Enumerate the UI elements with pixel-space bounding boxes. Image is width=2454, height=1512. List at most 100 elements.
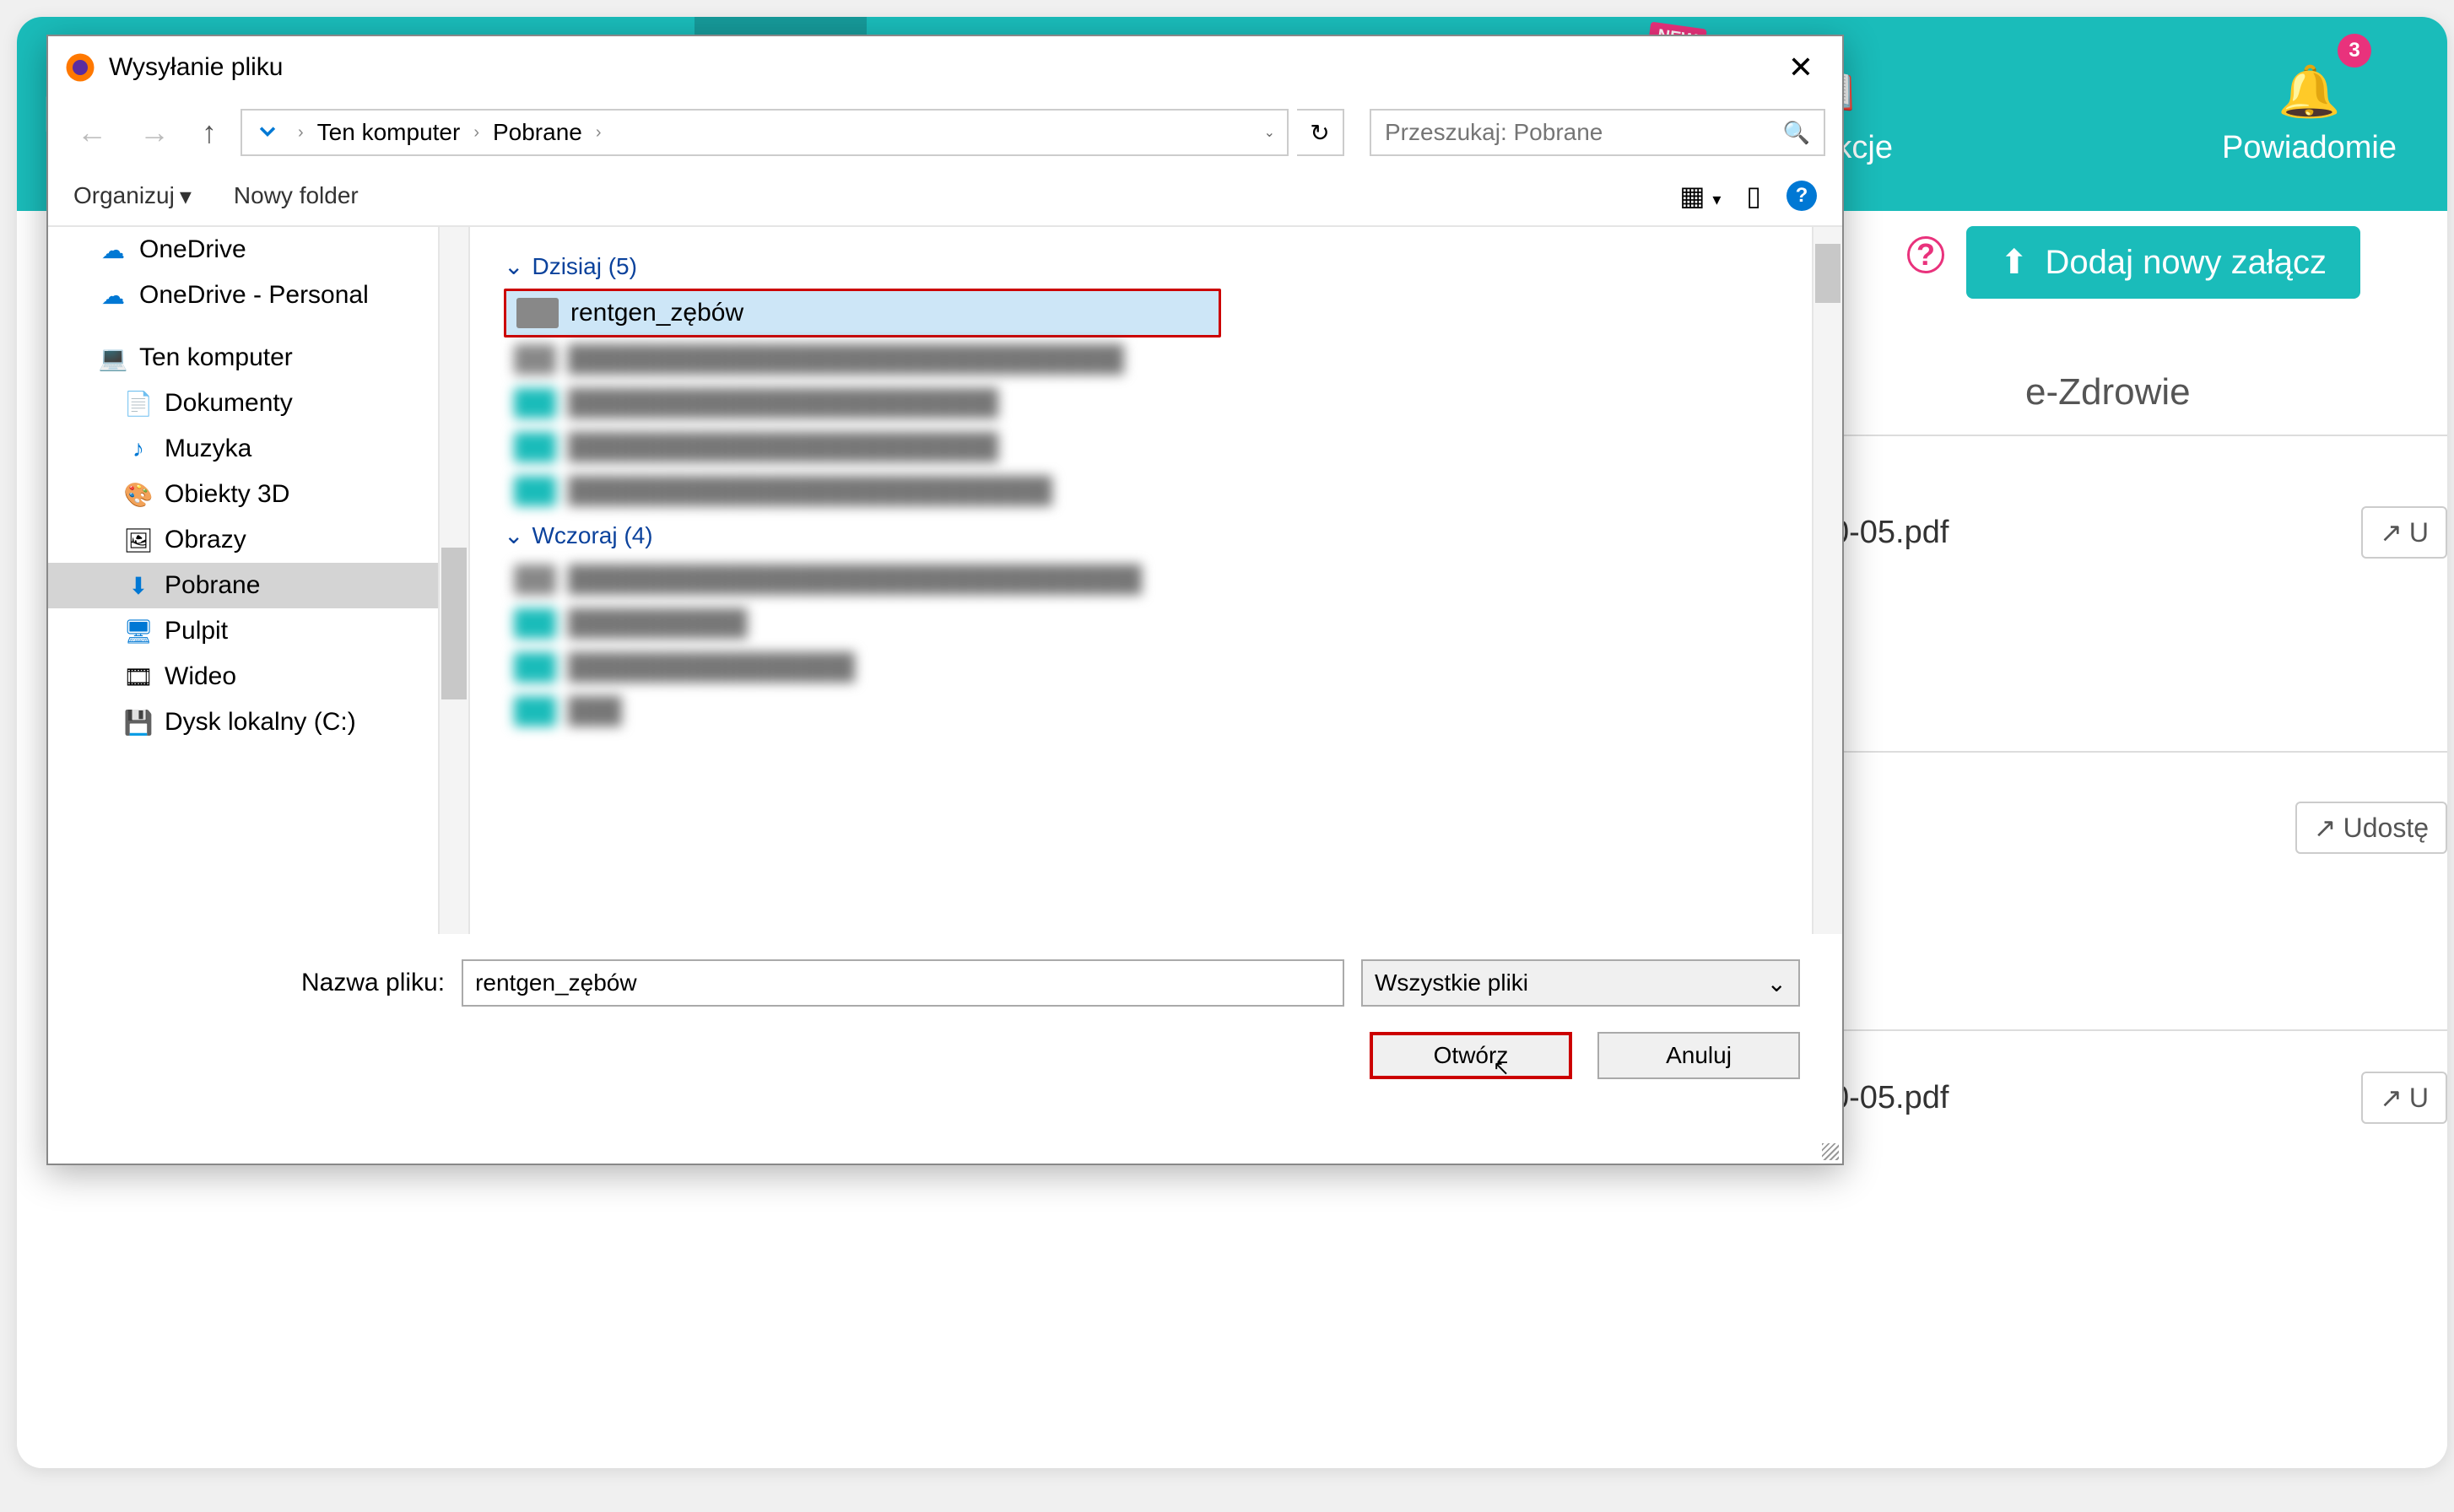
help-icon[interactable]: ? (1907, 236, 1944, 273)
sidebar-item-onedrive[interactable]: ☁OneDrive (48, 227, 468, 273)
documents-icon: 📄 (124, 389, 153, 418)
file-item[interactable]: ████████████████████████ (504, 425, 1808, 469)
download-icon: ⬇ (124, 571, 153, 600)
file-item-name: ███ (568, 697, 622, 726)
file-item-name: rentgen_zębów (570, 299, 743, 327)
file-item[interactable]: ████████████████████████ (504, 381, 1808, 425)
pictures-icon: 🖼 (124, 526, 153, 554)
file-item[interactable]: ██████████ (504, 602, 1808, 645)
nav-item-powiadomienia[interactable]: 🔔3 Powiadomie (2197, 17, 2422, 211)
share-button[interactable]: ↗ Udostę (2295, 802, 2447, 854)
file-name: 0-05.pdf (1831, 515, 1949, 551)
ezdrowie-tab-title[interactable]: e-Zdrowie (2025, 371, 2191, 413)
dialog-body: ☁OneDrive ☁OneDrive - Personal 💻Ten komp… (48, 225, 1842, 934)
file-item[interactable]: ███ (504, 689, 1808, 733)
file-item-name: ███████████████████████████ (568, 477, 1052, 505)
help-button[interactable]: ? (1786, 181, 1817, 211)
image-thumb-icon (514, 476, 556, 506)
share-button[interactable]: ↗ U (2361, 506, 2447, 559)
cursor-icon: ↖ (1493, 1056, 1510, 1081)
sidebar-item-pictures[interactable]: 🖼Obrazy (48, 517, 468, 563)
file-list: ⌄Dzisiaj (5) rentgen_zębów █████████████… (470, 227, 1842, 934)
group-today[interactable]: ⌄Dzisiaj (5) (504, 244, 1808, 289)
sidebar-item-local-disk[interactable]: 💾Dysk lokalny (C:) (48, 699, 468, 745)
file-row: 0-05.pdf ↗ U (1831, 489, 2447, 575)
image-thumb-icon (514, 388, 556, 418)
resize-grip[interactable] (1822, 1143, 1839, 1160)
sidebar-item-documents[interactable]: 📄Dokumenty (48, 381, 468, 426)
sidebar: ☁OneDrive ☁OneDrive - Personal 💻Ten komp… (48, 227, 470, 934)
filename-row: Nazwa pliku: Wszystkie pliki⌄ (90, 959, 1800, 1007)
file-item-selected[interactable]: rentgen_zębów (504, 289, 1221, 338)
organize-menu[interactable]: Organizuj ▾ (73, 182, 192, 210)
nav-label: Powiadomie (2222, 130, 2397, 166)
file-item[interactable]: ████████████████ (504, 645, 1808, 689)
button-row: Otwórz↖ Anuluj (90, 1032, 1800, 1079)
upload-icon: ⬆ (2000, 243, 2029, 282)
dialog-footer: Nazwa pliku: Wszystkie pliki⌄ Otwórz↖ An… (48, 934, 1842, 1104)
group-yesterday[interactable]: ⌄Wczoraj (4) (504, 513, 1808, 558)
notif-count: 3 (2338, 34, 2371, 68)
breadcrumb-item[interactable]: Ten komputer (309, 119, 469, 146)
history-dropdown[interactable]: ⌄ (1252, 124, 1287, 141)
chevron-down-icon: ⌄ (504, 521, 523, 549)
app-window: Med file ® 📋Wizyty 📅Kalendarz 👥Pacjenci … (17, 17, 2447, 1468)
image-thumb-icon (514, 344, 556, 375)
dialog-title-bar: Wysyłanie pliku ✕ (48, 36, 1842, 99)
dialog-title: Wysyłanie pliku (109, 53, 283, 82)
file-item[interactable]: ████████████████████████████████ (504, 558, 1808, 602)
up-button[interactable]: ↑ (190, 115, 229, 150)
file-item-name: ████████████████████████████████ (568, 565, 1142, 594)
file-item-name: ██████████ (568, 609, 748, 638)
sidebar-scrollbar[interactable] (438, 227, 468, 934)
chevron-down-icon: ⌄ (504, 252, 523, 280)
new-folder-button[interactable]: Nowy folder (234, 182, 359, 209)
image-thumb-icon (514, 432, 556, 462)
sidebar-item-downloads[interactable]: ⬇Pobrane (48, 563, 468, 608)
image-thumb-icon (516, 298, 559, 328)
sidebar-item-this-pc[interactable]: 💻Ten komputer (48, 335, 468, 381)
filename-input[interactable] (462, 959, 1344, 1007)
chevron-down-icon: ▾ (180, 182, 192, 210)
close-button[interactable]: ✕ (1776, 45, 1825, 90)
filelist-scrollbar[interactable] (1812, 227, 1842, 934)
sidebar-item-onedrive-personal[interactable]: ☁OneDrive - Personal (48, 273, 468, 318)
filetype-select[interactable]: Wszystkie pliki⌄ (1361, 959, 1800, 1007)
sidebar-item-3d[interactable]: 🎨Obiekty 3D (48, 472, 468, 517)
desktop-icon: 🖥 (124, 617, 153, 645)
filename-label: Nazwa pliku: (301, 969, 445, 997)
breadcrumb-bar[interactable]: › Ten komputer › Pobrane › ⌄ (241, 109, 1289, 156)
video-icon: 🎞 (124, 662, 153, 691)
image-thumb-icon (514, 608, 556, 639)
search-box[interactable]: 🔍 (1370, 109, 1825, 156)
refresh-button[interactable]: ↻ (1297, 109, 1344, 156)
dialog-path-row: ← → ↑ › Ten komputer › Pobrane › ⌄ ↻ 🔍 (48, 99, 1842, 166)
sidebar-item-videos[interactable]: 🎞Wideo (48, 654, 468, 699)
cloud-icon: ☁ (99, 281, 127, 310)
pc-icon: 💻 (99, 343, 127, 372)
forward-button[interactable]: → (127, 115, 181, 150)
divider (1831, 751, 2447, 753)
cube-icon: 🎨 (124, 480, 153, 509)
sidebar-item-desktop[interactable]: 🖥Pulpit (48, 608, 468, 654)
back-button[interactable]: ← (65, 115, 119, 150)
share-button[interactable]: ↗ U (2361, 1072, 2447, 1124)
chevron-icon: › (293, 123, 309, 143)
breadcrumb-item[interactable]: Pobrane (484, 119, 591, 146)
search-input[interactable] (1385, 119, 1783, 146)
divider (1831, 435, 2447, 436)
download-icon (251, 116, 284, 149)
file-item[interactable]: ███████████████████████████ (504, 469, 1808, 513)
file-item[interactable]: ███████████████████████████████ (504, 338, 1808, 381)
file-open-dialog: Wysyłanie pliku ✕ ← → ↑ › Ten komputer ›… (46, 35, 1844, 1165)
view-icons-button[interactable]: ▦ ▾ (1679, 180, 1721, 212)
bell-icon: 🔔 (2278, 62, 2341, 122)
preview-pane-button[interactable]: ▯ (1746, 180, 1761, 212)
open-button[interactable]: Otwórz↖ (1370, 1032, 1572, 1079)
add-attachment-button[interactable]: ⬆ Dodaj nowy załącz (1966, 226, 2360, 299)
divider (1831, 1029, 2447, 1031)
file-row: ↗ Udostę (1831, 785, 2447, 871)
sidebar-item-music[interactable]: ♪Muzyka (48, 426, 468, 472)
cancel-button[interactable]: Anuluj (1597, 1032, 1800, 1079)
file-item-name: ████████████████████████ (568, 389, 998, 418)
